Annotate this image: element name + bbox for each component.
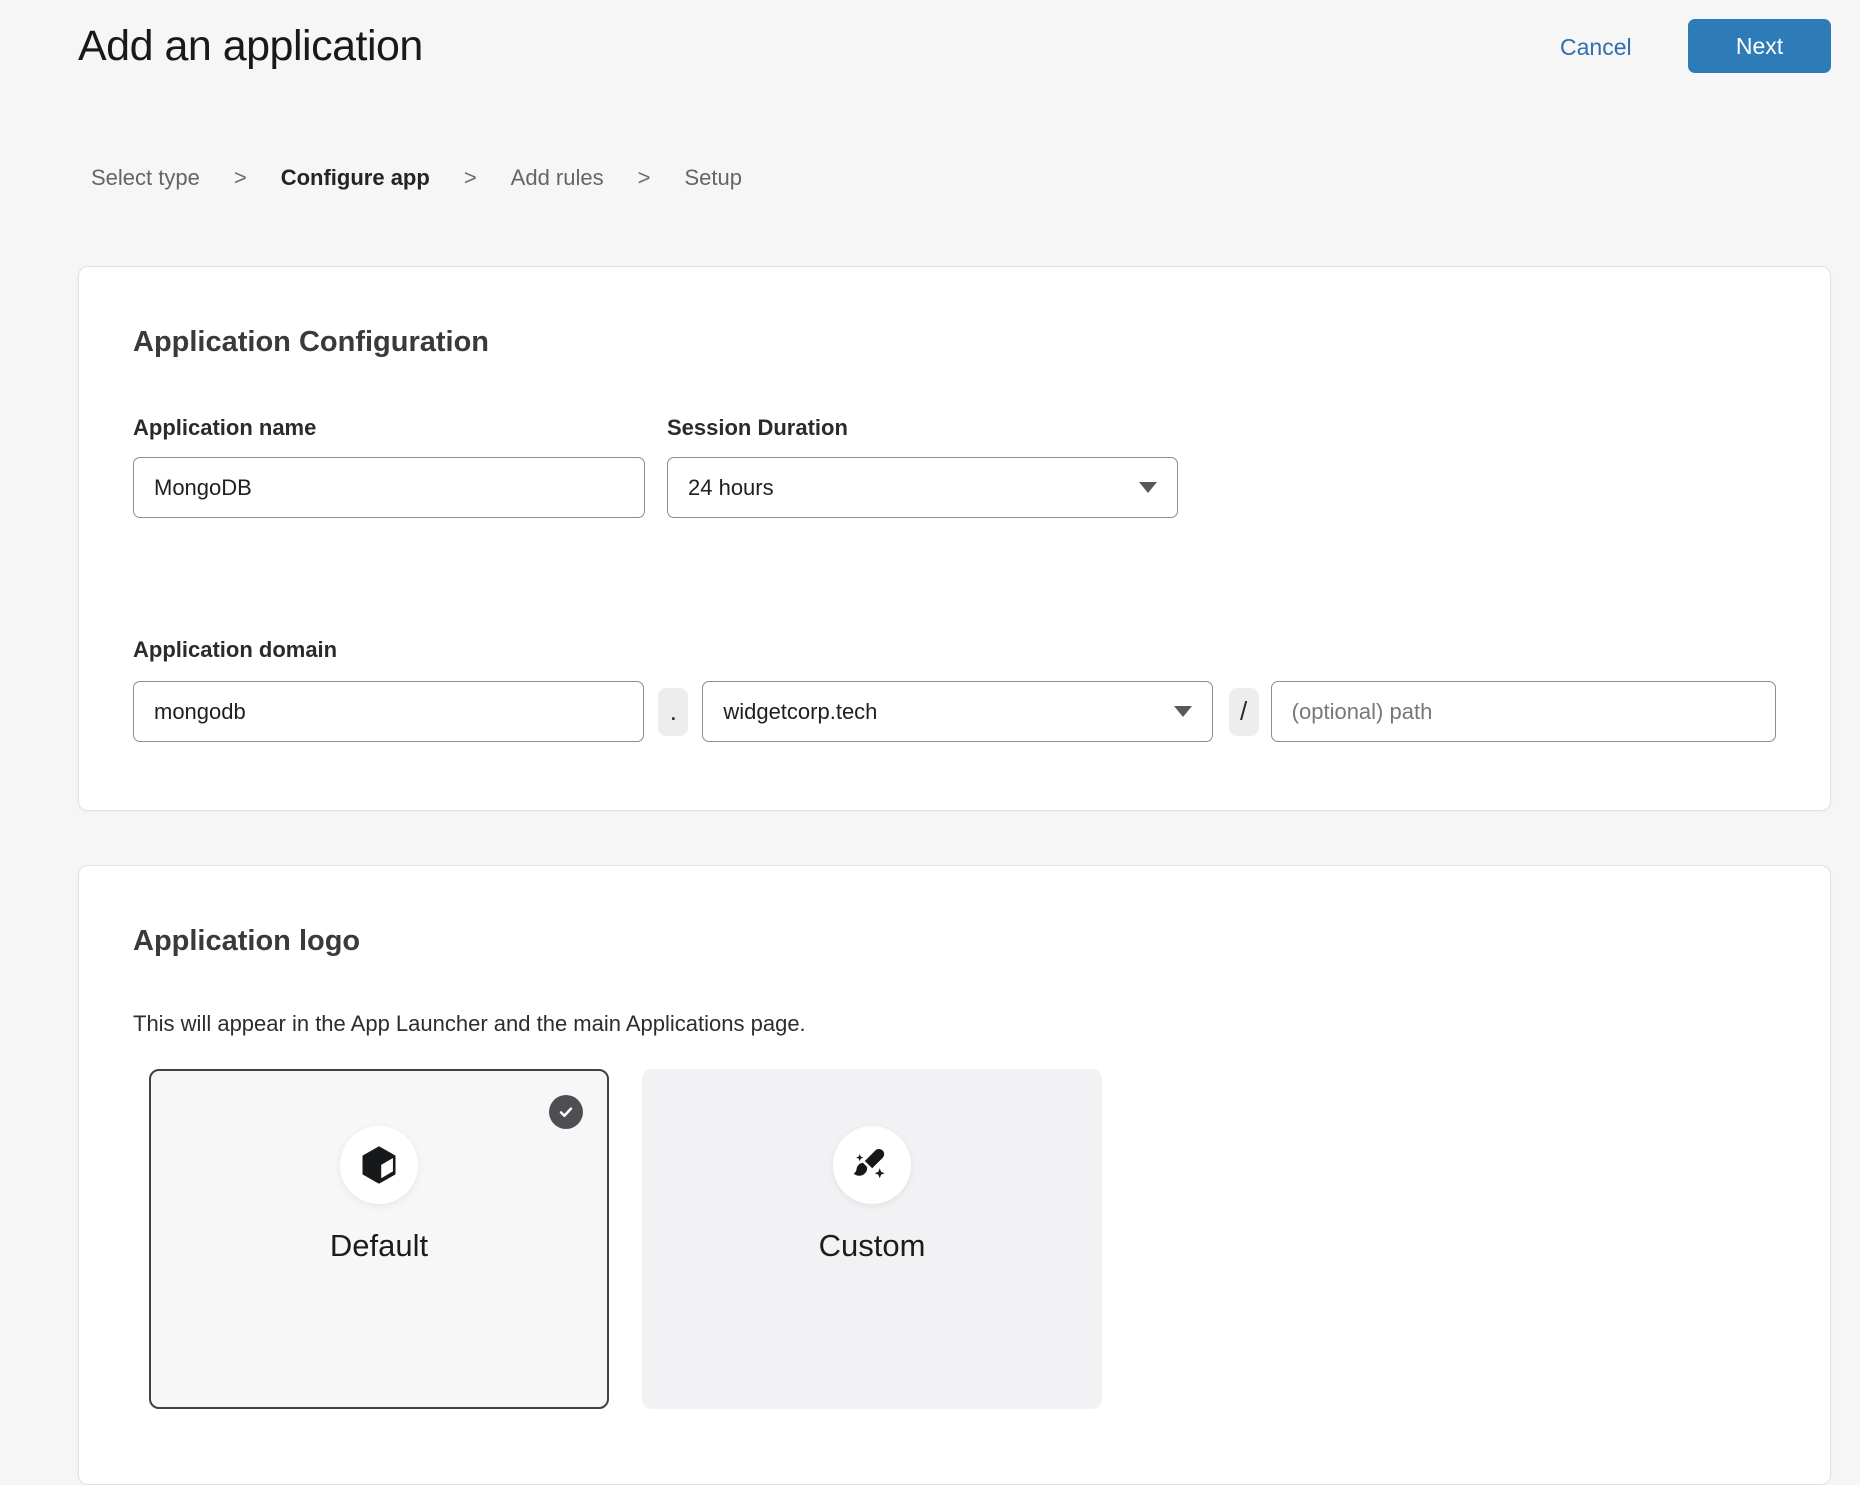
application-domain-row: . widgetcorp.tech / [133,681,1776,742]
chevron-down-icon [1139,482,1157,493]
custom-logo-avatar [833,1126,911,1204]
session-duration-select[interactable]: 24 hours [667,457,1178,518]
breadcrumb-separator: > [638,165,651,191]
breadcrumb-separator: > [234,165,247,191]
logo-option-custom[interactable]: Custom [642,1069,1102,1409]
slash-separator: / [1229,688,1259,736]
domain-value: widgetcorp.tech [723,699,877,725]
application-logo-card: Application logo This will appear in the… [78,865,1831,1485]
breadcrumb-step-add-rules[interactable]: Add rules [511,165,604,191]
domain-select[interactable]: widgetcorp.tech [702,681,1212,742]
cancel-button[interactable]: Cancel [1560,34,1632,61]
configuration-heading: Application Configuration [133,267,1776,359]
default-logo-avatar [340,1126,418,1204]
application-name-label: Application name [133,415,645,441]
application-domain-label: Application domain [133,637,1776,663]
subdomain-input[interactable] [133,681,644,742]
chevron-down-icon [1174,706,1192,717]
breadcrumb-step-select-type[interactable]: Select type [91,165,200,191]
logo-option-default[interactable]: Default [149,1069,609,1409]
breadcrumb-separator: > [464,165,477,191]
session-duration-value: 24 hours [688,475,774,501]
application-name-input[interactable] [133,457,645,518]
next-button[interactable]: Next [1688,19,1831,73]
breadcrumb: Select type > Configure app > Add rules … [91,165,742,191]
breadcrumb-step-configure-app[interactable]: Configure app [281,165,430,191]
logo-option-label: Default [330,1228,428,1264]
page-title: Add an application [78,22,423,71]
logo-heading: Application logo [133,866,1776,958]
path-input[interactable] [1271,681,1776,742]
logo-description: This will appear in the App Launcher and… [133,1011,1776,1036]
selected-check-icon [549,1095,583,1129]
breadcrumb-step-setup[interactable]: Setup [684,165,742,191]
application-configuration-card: Application Configuration Application na… [78,266,1831,811]
logo-option-label: Custom [819,1228,926,1264]
dot-separator: . [658,688,688,736]
paintbrush-icon [850,1143,894,1187]
cube-icon [357,1143,401,1187]
session-duration-label: Session Duration [667,415,1178,441]
logo-options: Default Custom [149,1069,1776,1409]
